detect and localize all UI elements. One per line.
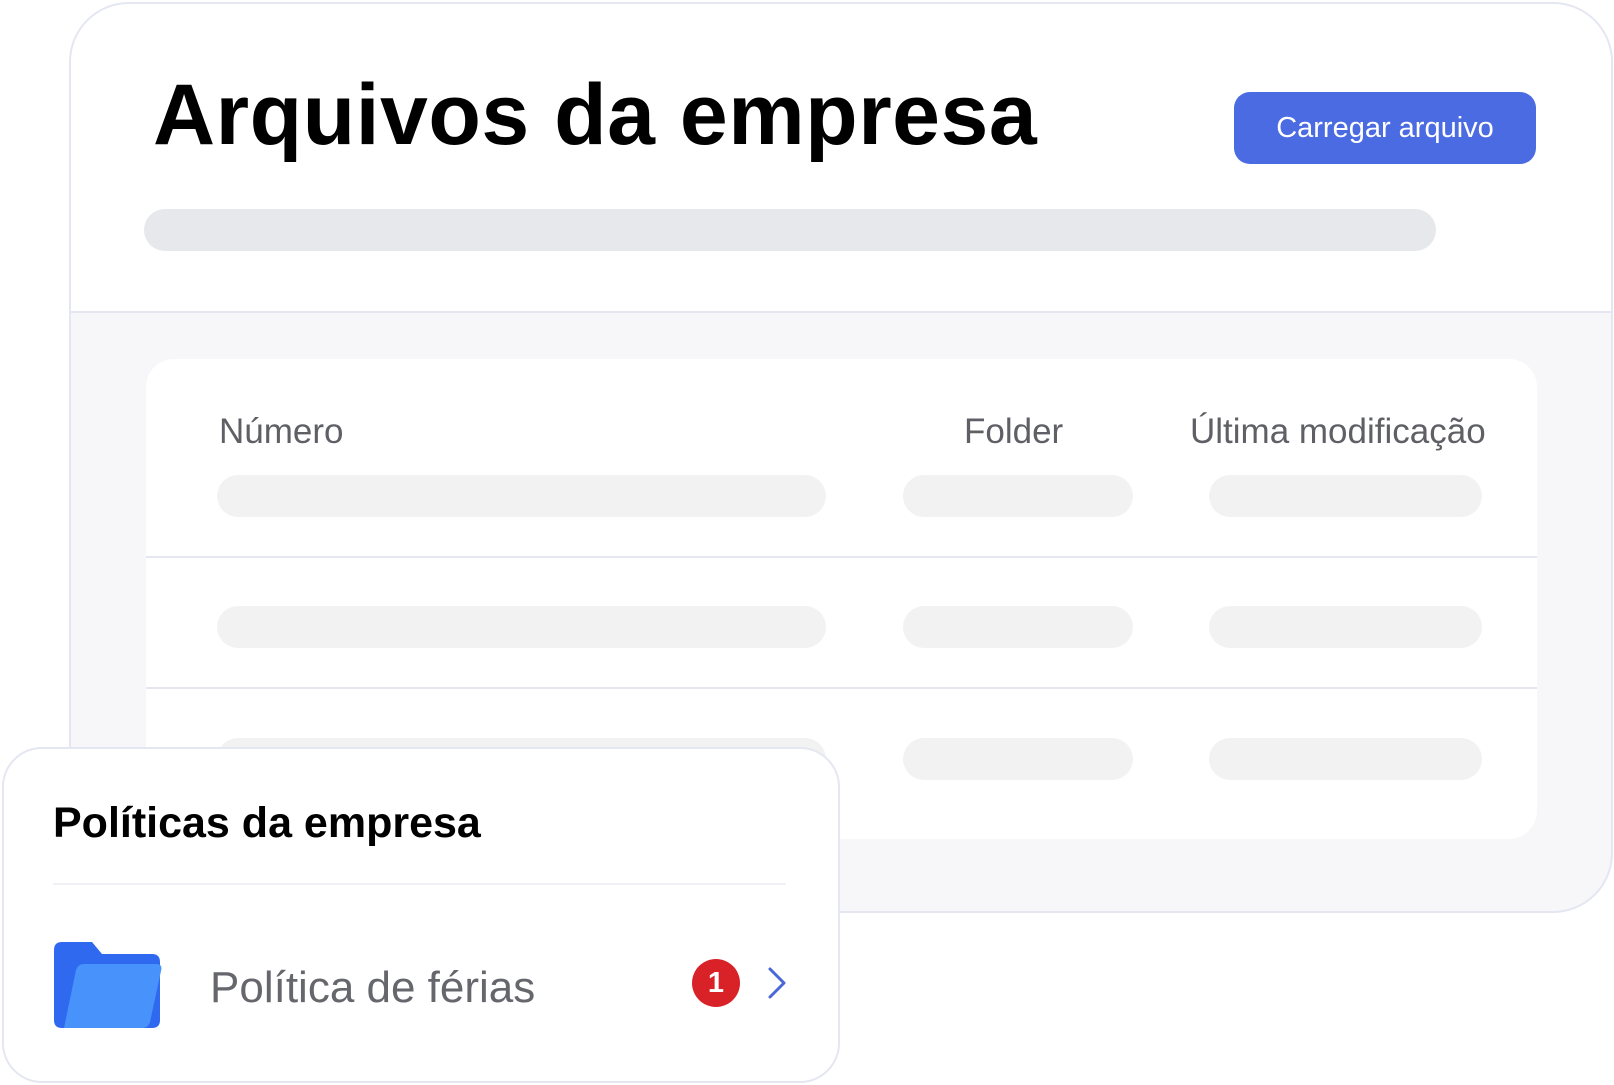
row-divider <box>146 687 1537 689</box>
cell-placeholder-folder <box>903 606 1133 648</box>
column-header-folder[interactable]: Folder <box>964 412 1063 452</box>
upload-file-button[interactable]: Carregar arquivo <box>1234 92 1536 164</box>
cell-placeholder-number <box>217 606 826 648</box>
cell-placeholder-folder <box>903 738 1133 780</box>
search-bar-placeholder <box>144 209 1436 251</box>
notification-count-badge: 1 <box>692 959 740 1007</box>
cell-placeholder-modified <box>1209 738 1482 780</box>
policy-item-label: Política de férias <box>210 963 536 1012</box>
policies-title: Políticas da empresa <box>53 799 481 847</box>
company-policies-card: Políticas da empresa Política de férias … <box>2 747 840 1083</box>
policy-item-vacation[interactable]: Política de férias 1 <box>44 929 804 1049</box>
page-title: Arquivos da empresa <box>153 67 1038 163</box>
cell-placeholder-number <box>217 475 826 517</box>
policies-divider <box>53 883 786 885</box>
cell-placeholder-folder <box>903 475 1133 517</box>
app-stage: Arquivos da empresa Carregar arquivo Núm… <box>0 0 1614 1085</box>
row-divider <box>146 556 1537 558</box>
column-header-last-modified[interactable]: Última modificação <box>1190 412 1486 452</box>
cell-placeholder-modified <box>1209 606 1482 648</box>
folder-icon <box>54 942 162 1028</box>
cell-placeholder-modified <box>1209 475 1482 517</box>
chevron-right-icon[interactable] <box>765 965 789 1001</box>
column-header-number[interactable]: Número <box>219 412 343 452</box>
files-header: Arquivos da empresa Carregar arquivo <box>71 4 1611 313</box>
